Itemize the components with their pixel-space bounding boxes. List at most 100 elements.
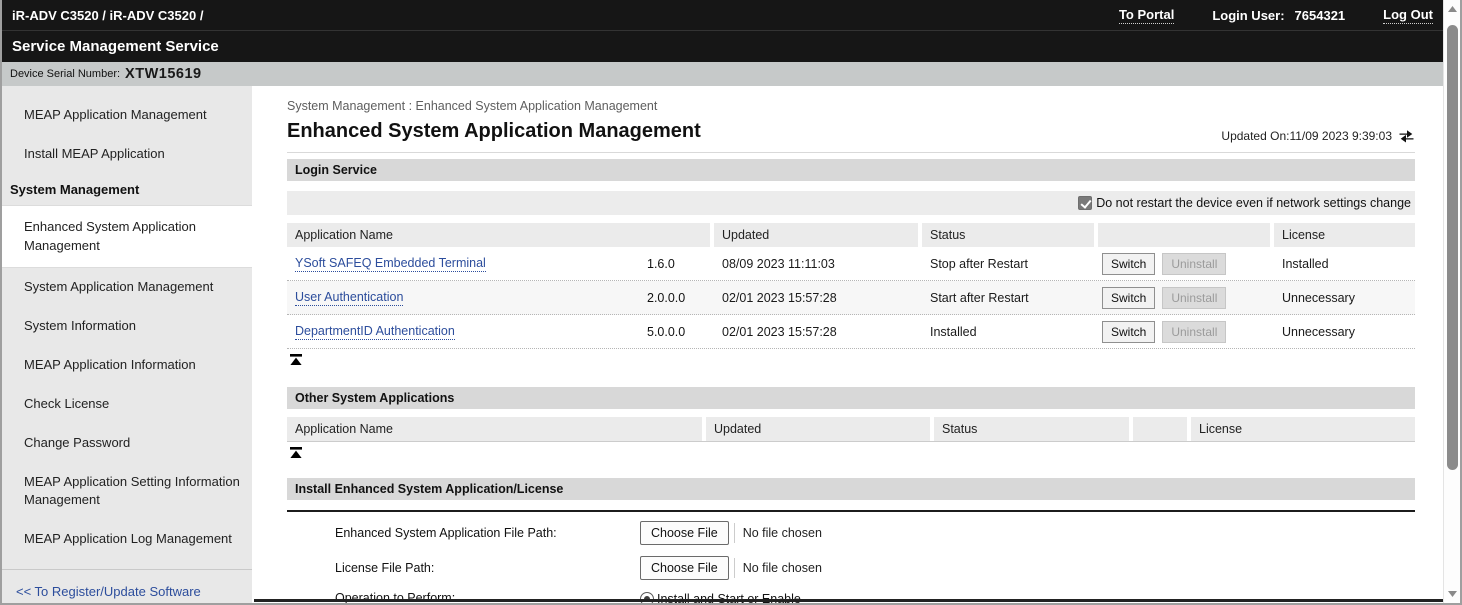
app-updated: 08/09 2023 11:11:03	[714, 257, 918, 271]
app-link-ysoft-safeq[interactable]: YSoft SAFEQ Embedded Terminal	[295, 256, 486, 272]
app-version: 1.6.0	[647, 257, 710, 271]
login-service-table-header: Application Name Updated Status License	[287, 223, 1415, 247]
serial-bar: Device Serial Number: XTW15619	[2, 62, 1443, 86]
file-chosen-text: No file chosen	[743, 526, 822, 540]
operation-row: Operation to Perform: Install and Start …	[287, 589, 1415, 605]
table-row: DepartmentID Authentication 5.0.0.0 02/0…	[287, 315, 1415, 349]
vertical-scrollbar[interactable]	[1443, 0, 1460, 603]
restart-option-band: Do not restart the device even if networ…	[287, 191, 1415, 215]
scrollbar-down-arrow[interactable]	[1444, 586, 1461, 602]
login-user-value: 7654321	[1295, 8, 1346, 23]
sidebar-item-meap-application-setting-information-management[interactable]: MEAP Application Setting Information Man…	[2, 463, 252, 521]
column-header-application-name: Application Name	[287, 417, 702, 441]
no-restart-checkbox[interactable]	[1078, 196, 1092, 210]
breadcrumb: System Management : Enhanced System Appl…	[287, 99, 1415, 113]
uninstall-button[interactable]: Uninstall	[1162, 321, 1226, 343]
app-status: Start after Restart	[922, 291, 1094, 305]
other-applications-table: Application Name Updated Status License	[287, 417, 1415, 442]
page: iR-ADV C3520 / iR-ADV C3520 / To Portal …	[2, 0, 1443, 603]
section-rule	[287, 510, 1415, 512]
login-service-table: Application Name Updated Status License …	[287, 223, 1415, 349]
to-register-update-software-link[interactable]: << To Register/Update Software	[2, 570, 252, 605]
sidebar-item-system-information[interactable]: System Information	[2, 307, 252, 346]
app-status: Installed	[922, 325, 1094, 339]
choose-file-button[interactable]: Choose File	[640, 521, 729, 545]
no-restart-checkbox-label: Do not restart the device even if networ…	[1096, 196, 1411, 210]
app-link-departmentid-authentication[interactable]: DepartmentID Authentication	[295, 324, 455, 340]
other-applications-table-header: Application Name Updated Status License	[287, 417, 1415, 442]
section-other-system-applications: Other System Applications	[287, 387, 1415, 409]
column-header-actions	[1098, 223, 1270, 247]
app-updated: 02/01 2023 15:57:28	[714, 325, 918, 339]
license-file-path-label: License File Path:	[287, 561, 640, 575]
app-link-user-authentication[interactable]: User Authentication	[295, 290, 403, 306]
column-header-application-name: Application Name	[287, 223, 710, 247]
sidebar-item-enhanced-system-application-management[interactable]: Enhanced System Application Management	[2, 205, 252, 269]
switch-button[interactable]: Switch	[1102, 321, 1155, 343]
section-install-enhanced-system-application: Install Enhanced System Application/Lice…	[287, 478, 1415, 500]
file-path-row: Enhanced System Application File Path: C…	[287, 521, 1415, 545]
choose-file-button[interactable]: Choose File	[640, 556, 729, 580]
app-status: Stop after Restart	[922, 257, 1094, 271]
log-out-link[interactable]: Log Out	[1383, 7, 1433, 24]
app-title-bar: Service Management Service	[2, 30, 1443, 62]
file-separator	[734, 523, 735, 543]
top-device-bar: iR-ADV C3520 / iR-ADV C3520 / To Portal …	[2, 0, 1443, 30]
login-user-label: Login User:	[1212, 8, 1284, 23]
enhanced-file-path-label: Enhanced System Application File Path:	[287, 526, 640, 540]
operation-radio-group: Install and Start or Enable Only Install	[640, 589, 801, 605]
login-user: Login User: 7654321	[1212, 8, 1345, 23]
updated-on-text: Updated On:11/09 2023 9:39:03	[1221, 129, 1392, 143]
license-path-row: License File Path: Choose File No file c…	[287, 556, 1415, 580]
column-header-status: Status	[934, 417, 1129, 441]
switch-button[interactable]: Switch	[1102, 253, 1155, 275]
column-header-license: License	[1191, 417, 1415, 441]
table-row: YSoft SAFEQ Embedded Terminal 1.6.0 08/0…	[287, 247, 1415, 281]
sidebar-section-system-management: System Management	[2, 174, 252, 205]
sidebar-item-meap-application-information[interactable]: MEAP Application Information	[2, 346, 252, 385]
sidebar-item-meap-application-management[interactable]: MEAP Application Management	[2, 96, 252, 135]
serial-value: XTW15619	[125, 66, 202, 82]
app-license: Installed	[1274, 257, 1415, 271]
uninstall-button[interactable]: Uninstall	[1162, 287, 1226, 309]
app-license: Unnecessary	[1274, 325, 1415, 339]
sidebar-item-install-meap-application[interactable]: Install MEAP Application	[2, 135, 252, 174]
operation-to-perform-label: Operation to Perform:	[287, 589, 640, 605]
page-title: Enhanced System Application Management	[287, 120, 701, 143]
sidebar-item-check-license[interactable]: Check License	[2, 385, 252, 424]
switch-button[interactable]: Switch	[1102, 287, 1155, 309]
sidebar: MEAP Application Management Install MEAP…	[2, 86, 252, 603]
to-portal-link[interactable]: To Portal	[1119, 7, 1174, 24]
scrollbar-thumb[interactable]	[1447, 25, 1458, 470]
license-file-input: Choose File No file chosen	[640, 556, 822, 580]
app-license: Unnecessary	[1274, 291, 1415, 305]
refresh-icon[interactable]	[1398, 129, 1415, 143]
scrollbar-up-arrow[interactable]	[1444, 1, 1461, 17]
browser-viewport: iR-ADV C3520 / iR-ADV C3520 / To Portal …	[0, 0, 1462, 605]
sidebar-item-system-application-management[interactable]: System Application Management	[2, 268, 252, 307]
radio-install-and-start[interactable]: Install and Start or Enable	[640, 589, 801, 605]
column-header-license: License	[1274, 223, 1415, 247]
app-version: 5.0.0.0	[647, 325, 710, 339]
column-header-actions	[1133, 417, 1187, 441]
main-content: System Management : Enhanced System Appl…	[252, 86, 1443, 603]
uninstall-button[interactable]: Uninstall	[1162, 253, 1226, 275]
sidebar-item-change-password[interactable]: Change Password	[2, 424, 252, 463]
section-login-service: Login Service	[287, 159, 1415, 181]
device-title: iR-ADV C3520 / iR-ADV C3520 /	[12, 8, 203, 23]
no-restart-checkbox-wrap[interactable]: Do not restart the device even if networ…	[1078, 196, 1411, 210]
serial-label: Device Serial Number:	[10, 68, 120, 80]
back-to-top-icon[interactable]	[289, 446, 304, 464]
table-row: User Authentication 2.0.0.0 02/01 2023 1…	[287, 281, 1415, 315]
back-to-top-icon[interactable]	[289, 353, 304, 371]
app-version: 2.0.0.0	[647, 291, 710, 305]
column-header-status: Status	[922, 223, 1094, 247]
sidebar-item-meap-application-log-management[interactable]: MEAP Application Log Management	[2, 520, 252, 559]
file-chosen-text: No file chosen	[743, 561, 822, 575]
app-updated: 02/01 2023 15:57:28	[714, 291, 918, 305]
enhanced-file-input: Choose File No file chosen	[640, 521, 822, 545]
bottom-rule	[254, 599, 1443, 602]
column-header-updated: Updated	[714, 223, 918, 247]
file-separator	[734, 558, 735, 578]
column-header-updated: Updated	[706, 417, 930, 441]
